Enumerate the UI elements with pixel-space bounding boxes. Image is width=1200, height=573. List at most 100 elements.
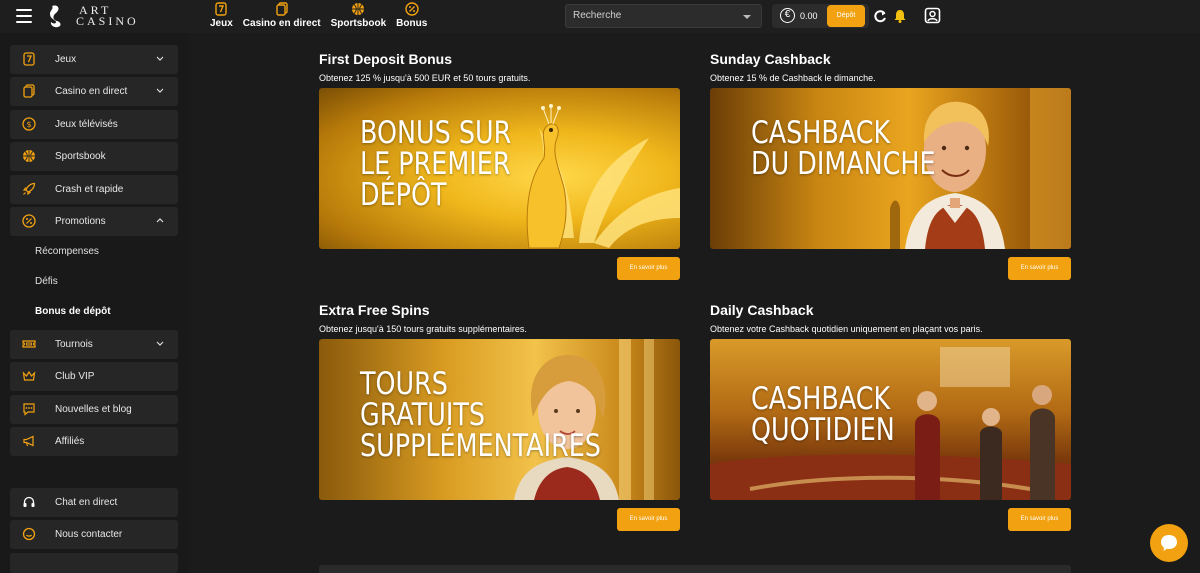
sidebar-item-affilies[interactable]: Affiliés [10,427,178,456]
banner-line: CASHBACK [751,115,891,151]
sidebar-item-club-vip[interactable]: Club VIP [10,362,178,391]
user-icon[interactable] [924,7,941,24]
banner-text: CASHBACK DU DIMANCHE [751,118,936,180]
percent-badge-icon [405,2,419,16]
learn-more-button[interactable]: En savoir plus [1008,257,1071,280]
banner-text: CASHBACK QUOTIDIEN [751,384,895,446]
card-banner-sunday-cashback[interactable]: CASHBACK DU DIMANCHE [710,88,1071,249]
svg-text:$: $ [26,120,31,129]
sidebar-item-label: Jeux télévisés [55,119,118,130]
percent-badge-icon [22,214,36,228]
basketball-icon [352,3,365,15]
sidebar-item-nouvelles-et-blog[interactable]: Nouvelles et blog [10,395,178,424]
sidebar-item-label: Tournois [55,339,93,350]
peacock-illustration [526,104,680,249]
sidebar-item-label: Sportsbook [55,151,106,162]
card-title: Extra Free Spins [319,302,430,318]
logo-line2: CASINO [76,14,139,28]
card-banner-first-deposit[interactable]: BONUS SUR LE PREMIER DÉPÔT [319,88,680,249]
top-nav-bonus-label: Bonus [396,18,428,29]
headset-icon [23,496,35,507]
top-nav-casino-label: Casino en direct [242,18,321,29]
sidebar-item-label: Promotions [55,216,106,227]
learn-more-button[interactable]: En savoir plus [617,257,680,280]
sidebar-item-partial[interactable] [10,553,178,573]
top-nav-sportsbook[interactable]: Sportsbook [326,0,392,29]
search-placeholder: Recherche [573,10,622,21]
sidebar-subitem-defis[interactable]: Défis [35,276,58,287]
sidebar-item-promotions[interactable]: Promotions [10,207,178,236]
refresh-icon[interactable] [872,8,888,24]
balance-widget: € 0.00 Dépôt [772,4,869,28]
sidebar-subitem-recompenses[interactable]: Récompenses [35,246,99,257]
deposit-button[interactable]: Dépôt [827,5,865,27]
seven-icon [23,52,35,66]
search-select[interactable]: Recherche [565,4,762,28]
top-nav-jeux-label: Jeux [210,18,233,29]
banner-line: TOURS [360,366,448,402]
swan-logo-icon [50,5,61,28]
megaphone-icon [23,435,34,447]
banner-line: GRATUITS [360,397,486,433]
card-description: Obtenez jusqu'à 150 tours gratuits suppl… [319,324,527,334]
sidebar-item-label: Nouvelles et blog [55,404,132,415]
sidebar-item-nous-contacter[interactable]: Nous contacter [10,520,178,549]
card-description: Obtenez 15 % de Cashback le dimanche. [710,73,876,83]
top-nav-jeux[interactable]: Jeux [205,0,238,29]
sidebar-item-sportsbook[interactable]: Sportsbook [10,142,178,171]
chat-dots-icon [23,403,35,416]
banner-line: QUOTIDIEN [751,412,895,448]
banner-line: DU DIMANCHE [751,146,936,182]
sidebar-item-chat-en-direct[interactable]: Chat en direct [10,488,178,517]
euro-icon: € [780,8,795,23]
logo[interactable]: ART CASINO [48,4,139,28]
sidebar-item-tournois[interactable]: Tournois [10,330,178,359]
top-nav-sportsbook-label: Sportsbook [330,18,387,29]
card-title: Daily Cashback [710,302,814,318]
top-nav-casino-en-direct[interactable]: Casino en direct [238,0,326,29]
banner-line: BONUS SUR [360,115,512,151]
sidebar-item-label: Crash et rapide [55,184,124,195]
sidebar-item-crash-et-rapide[interactable]: Crash et rapide [10,175,178,204]
seven-icon [215,2,228,16]
next-section-edge [319,565,1071,573]
chevron-up-icon [156,218,164,223]
banner-line: DÉPÔT [360,177,447,213]
crown-icon [22,370,36,381]
banner-line: SUPPLÉMENTAIRES [360,428,601,464]
sidebar-item-casino-en-direct[interactable]: Casino en direct [10,77,178,106]
sidebar-item-label: Jeux [55,54,77,65]
sidebar-item-label: Casino en direct [55,86,128,97]
card-title: Sunday Cashback [710,51,831,67]
card-description: Obtenez votre Cashback quotidien uniquem… [710,324,983,334]
chat-bubble-icon [1161,535,1177,551]
sidebar-subitem-bonus-de-depot[interactable]: Bonus de dépôt [35,306,111,317]
basketball-icon [23,150,35,162]
card-banner-extra-free-spins[interactable]: TOURS GRATUITS SUPPLÉMENTAIRES [319,339,680,500]
learn-more-button[interactable]: En savoir plus [617,508,680,531]
card-banner-daily-cashback[interactable]: CASHBACK QUOTIDIEN [710,339,1071,500]
sidebar-item-label: Chat en direct [55,497,118,508]
menu-icon[interactable] [16,9,32,23]
card-description: Obtenez 125 % jusqu'à 500 EUR et 50 tour… [319,73,531,83]
learn-more-button[interactable]: En savoir plus [1008,508,1071,531]
sidebar-item-label: Nous contacter [55,529,123,540]
cards-icon [276,2,288,16]
chevron-down-icon [156,88,164,93]
banner-text: TOURS GRATUITS SUPPLÉMENTAIRES [360,369,601,462]
sidebar-item-label: Affiliés [55,436,85,447]
banner-text: BONUS SUR LE PREMIER DÉPÔT [360,118,511,211]
sidebar: Jeux Casino en direct $ Jeux télévisés S… [0,33,188,573]
rocket-icon [22,182,36,196]
live-chat-launcher[interactable] [1150,524,1188,562]
top-bar: ART CASINO Jeux Casino en direct Sportsb… [0,0,1200,33]
banner-line: LE PREMIER [360,146,511,182]
chevron-down-icon [156,56,164,61]
sidebar-item-label: Club VIP [55,371,95,382]
sidebar-item-jeux-televises[interactable]: $ Jeux télévisés [10,110,178,139]
bell-icon[interactable] [892,8,908,24]
balance-amount: 0.00 [800,11,818,21]
cards-icon [23,84,35,98]
sidebar-item-jeux[interactable]: Jeux [10,45,178,74]
top-nav-bonus[interactable]: Bonus [391,0,432,29]
